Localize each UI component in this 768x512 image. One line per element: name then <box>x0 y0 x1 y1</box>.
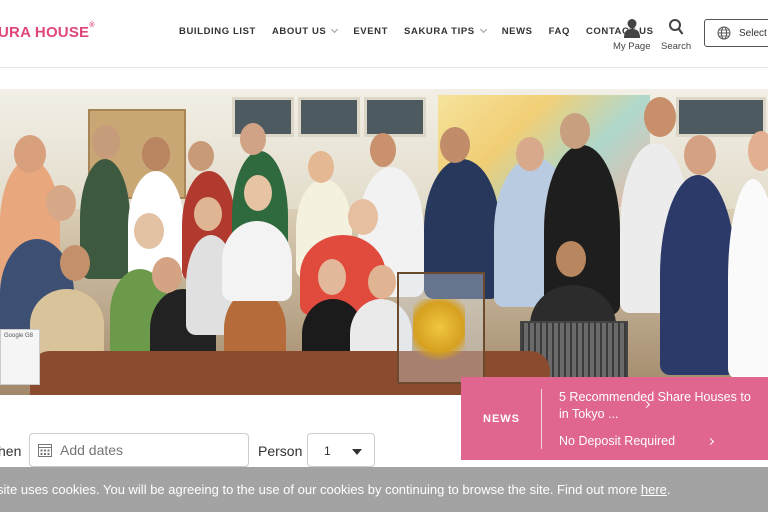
photo-head <box>46 185 76 221</box>
main-nav: BUILDING LIST ABOUT US EVENT SAKURA TIPS… <box>179 25 670 37</box>
caret-down-icon <box>352 449 362 455</box>
chevron-down-icon <box>479 25 487 34</box>
news-title-line2: in Tokyo ... <box>559 407 619 421</box>
cookie-text: site uses cookies. You will be agreeing … <box>0 482 641 497</box>
photo-window <box>364 97 426 137</box>
chevron-down-icon <box>331 25 339 34</box>
my-page-label: My Page <box>613 41 651 52</box>
photo-head <box>142 137 170 171</box>
photo-sign-text: Google G8 <box>4 333 34 339</box>
language-select[interactable]: Select <box>704 19 768 47</box>
user-icon <box>623 19 640 38</box>
nav-event[interactable]: EVENT <box>353 26 388 37</box>
photo-head <box>92 125 120 159</box>
photo-head <box>516 137 544 171</box>
photo-person <box>30 289 104 359</box>
cookie-more-link[interactable]: here <box>641 482 667 497</box>
calendar-icon <box>38 444 52 457</box>
news-title-line1: 5 Recommended Share Houses to <box>559 390 751 404</box>
person-select-value: 1 <box>324 444 331 458</box>
photo-person <box>660 175 736 375</box>
photo-head <box>370 133 396 167</box>
nav-sakura-tips[interactable]: SAKURA TIPS <box>404 25 487 37</box>
my-page-button[interactable]: My Page <box>613 18 651 52</box>
search-button[interactable]: Search <box>661 18 691 52</box>
site-header: URA HOUSE® BUILDING LIST ABOUT US EVENT … <box>0 0 768 68</box>
nav-building-list[interactable]: BUILDING LIST <box>179 26 256 37</box>
person-label: Person <box>258 443 303 459</box>
news-label: NEWS <box>483 413 520 425</box>
photo-head <box>240 123 266 155</box>
photo-window <box>676 97 766 137</box>
photo-head <box>644 97 676 137</box>
photo-head <box>560 113 590 149</box>
cookie-text-end: . <box>666 482 671 497</box>
photo-head <box>60 245 90 281</box>
language-label: Select <box>739 27 767 39</box>
hero-photo: Google G8 <box>0 89 768 395</box>
cookie-message: site uses cookies. You will be agreeing … <box>0 482 671 497</box>
photo-head <box>318 259 346 295</box>
photo-head <box>188 141 214 171</box>
dates-field[interactable] <box>29 433 249 467</box>
photo-head <box>348 199 378 235</box>
when-label: hen <box>0 443 22 459</box>
cookie-bar: site uses cookies. You will be agreeing … <box>0 467 768 512</box>
photo-golden-tree <box>413 299 465 369</box>
search-icon <box>669 19 684 35</box>
photo-head <box>134 213 164 249</box>
photo-head <box>440 127 470 163</box>
photo-head <box>368 265 396 299</box>
photo-person <box>728 179 768 379</box>
search-label: Search <box>661 41 692 52</box>
news-title[interactable]: 5 Recommended Share Houses to in Tokyo .… <box>559 389 768 423</box>
photo-head <box>684 135 716 175</box>
photo-head <box>244 175 272 211</box>
photo-sign: Google G8 <box>0 329 40 385</box>
photo-window <box>298 97 360 137</box>
globe-icon <box>717 26 731 40</box>
nav-faq[interactable]: FAQ <box>549 26 570 37</box>
photo-person <box>222 221 292 301</box>
site-logo[interactable]: URA HOUSE® <box>0 22 95 41</box>
photo-head <box>194 197 222 231</box>
photo-head <box>308 151 334 183</box>
person-select[interactable]: 1 <box>307 433 375 467</box>
nav-news[interactable]: NEWS <box>502 26 533 37</box>
booking-search-bar: hen Person 1 <box>0 433 768 467</box>
photo-head <box>748 131 768 171</box>
dates-input[interactable] <box>60 442 230 458</box>
photo-head <box>152 257 182 293</box>
photo-head <box>14 135 46 173</box>
photo-head <box>556 241 586 277</box>
nav-about-us[interactable]: ABOUT US <box>272 25 339 37</box>
